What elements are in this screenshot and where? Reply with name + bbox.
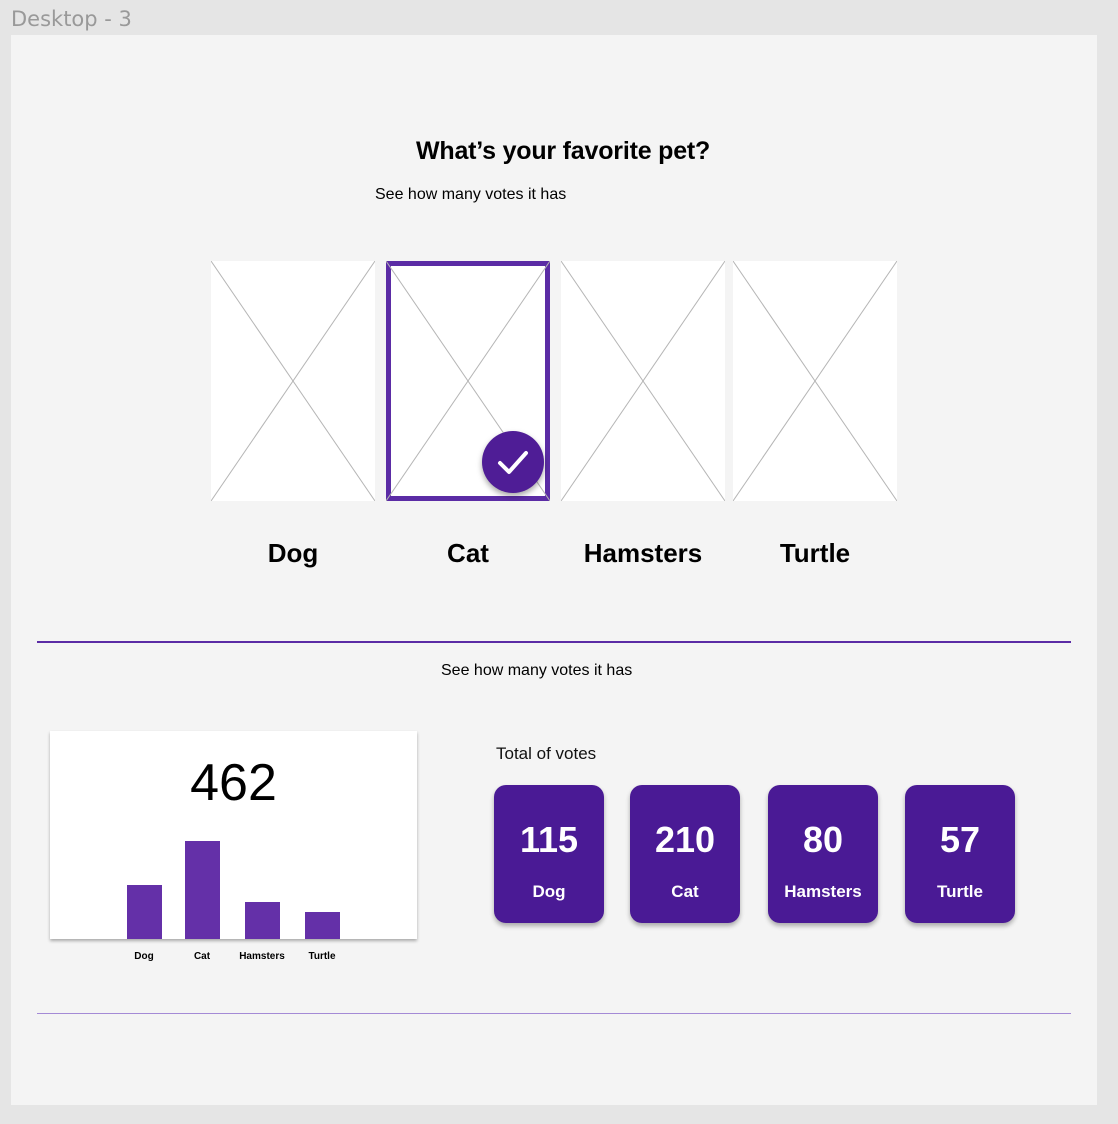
chart-bar-dog: [127, 885, 162, 939]
pet-label-dog: Dog: [267, 538, 319, 568]
page-title: What’s your favorite pet?: [416, 137, 711, 165]
vote-count: 80: [802, 819, 844, 860]
section-divider-bottom: [37, 1013, 1071, 1014]
results-subtitle: See how many votes it has: [441, 662, 633, 679]
votes-chart-card: 462: [50, 731, 417, 939]
chart-bar-turtle: [305, 912, 340, 939]
vote-tile-hamsters: 80 Hamsters: [768, 785, 878, 923]
pet-label-turtle: Turtle: [779, 538, 851, 568]
image-placeholder-icon: [733, 261, 897, 501]
pet-card-hamsters[interactable]: [561, 261, 725, 501]
vote-count: 115: [519, 819, 579, 860]
chart-bar-hamsters: [245, 902, 280, 939]
image-placeholder-icon: [211, 261, 375, 501]
page-subtitle: See how many votes it has: [375, 186, 567, 203]
chart-tick-label: Turtle: [308, 951, 336, 962]
vote-name: Cat: [671, 882, 699, 901]
selected-check-badge: [482, 431, 544, 493]
checkmark-icon: [498, 451, 528, 474]
frame-label: Desktop - 3: [11, 7, 132, 31]
vote-tile-cat: 210 Cat: [630, 785, 740, 923]
vote-name: Hamsters: [784, 882, 862, 901]
pet-label-cat: Cat: [447, 538, 489, 568]
pet-card-cat[interactable]: [386, 261, 550, 501]
vote-name: Turtle: [937, 882, 983, 901]
artboard: What’s your favorite pet? See how many v…: [11, 35, 1097, 1105]
pet-card-turtle[interactable]: [733, 261, 897, 501]
pet-label-hamsters: Hamsters: [583, 538, 703, 568]
vote-count: 210: [654, 819, 716, 860]
vote-name: Dog: [532, 882, 566, 901]
image-placeholder-icon: [561, 261, 725, 501]
vote-tile-turtle: 57 Turtle: [905, 785, 1015, 923]
section-divider-top: [37, 641, 1071, 643]
total-votes-label: Total of votes: [496, 744, 597, 763]
chart-total-votes: 462: [190, 754, 277, 812]
vote-count: 57: [939, 819, 981, 860]
vote-tile-dog: 115 Dog: [494, 785, 604, 923]
chart-bar-cat: [185, 841, 220, 939]
pet-card-dog[interactable]: [211, 261, 375, 501]
